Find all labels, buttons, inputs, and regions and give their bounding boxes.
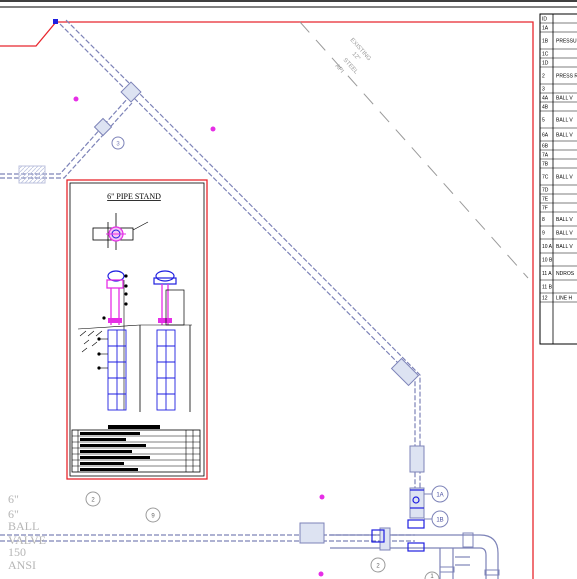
pid-drawing-canvas: EXISTING 12" STEEL API 3 2 9 1A 1B 2 1 6… xyxy=(0,0,577,579)
table-row-id: 7D xyxy=(542,188,549,194)
table-row-description: BALL V xyxy=(556,217,573,223)
table-row-description: BALL V xyxy=(556,244,573,250)
pipe-stand-detail: 6" PIPE STAND xyxy=(66,179,208,480)
callout-1: 1 xyxy=(424,571,440,579)
table-row-description: NDROS xyxy=(556,271,575,277)
table-row-id: 6B xyxy=(542,144,549,150)
existing-tag-text: EXISTING xyxy=(349,37,372,62)
left-valve-label: 6" 6" BALL VALVE 150 ANSI xyxy=(8,492,46,572)
callout-1b-text: 1B xyxy=(436,518,443,524)
boundary-node xyxy=(53,19,58,24)
callout-9: 9 xyxy=(145,507,161,523)
left-label-size-1: 6" xyxy=(8,492,19,506)
existing-line-dashed xyxy=(299,21,529,279)
table-row-description: BALL V xyxy=(556,231,573,237)
bottom-fittings xyxy=(439,532,500,576)
table-row-id: 7A xyxy=(542,153,549,159)
table-row-id: 1D xyxy=(542,61,549,67)
table-row-id: 7F xyxy=(542,206,548,212)
callout-1a-text: 1A xyxy=(436,493,443,499)
table-row-id: 1B xyxy=(542,39,549,45)
callout-1b: 1B xyxy=(424,510,449,528)
table-row-id: 7E xyxy=(542,197,549,203)
existing-tag-spec: API xyxy=(334,63,345,74)
table-row-description: BALL V xyxy=(556,96,573,102)
table-row-id: 7B xyxy=(542,162,549,168)
table-row-description: PRESS R xyxy=(556,74,577,80)
table-row-id: 10 A xyxy=(542,244,553,250)
table-row-id: 8 xyxy=(542,217,545,223)
table-row-description: BALL V xyxy=(556,175,573,181)
bottom-pipe-run xyxy=(0,534,499,579)
left-label-ansi: ANSI xyxy=(8,558,36,572)
callout-1a: 1A xyxy=(424,485,449,503)
left-label-ball: BALL xyxy=(8,519,39,533)
table-row-id: 12 xyxy=(542,296,548,302)
table-row-id: 6A xyxy=(542,133,549,139)
table-row-description: LINE H xyxy=(556,296,573,302)
table-row-id: 1A xyxy=(542,26,549,32)
table-row-id: 4A xyxy=(542,96,549,102)
table-row-id: 2 xyxy=(542,74,545,80)
table-row-description: BALL V xyxy=(556,133,573,139)
table-row-description: PRESSU xyxy=(556,39,577,45)
table-row-id: 3 xyxy=(542,87,545,93)
pipe-valve-lower xyxy=(299,357,425,551)
table-row-id: 11 A xyxy=(542,271,552,277)
detail-title: 6" PIPE STAND xyxy=(107,192,161,201)
equipment-table: ID 1A 1B PRESSU 1C 1D 2 PRESS R 3 4A BALL V 4B 5 BALL… xyxy=(539,13,577,345)
table-row-id: ID xyxy=(542,17,547,23)
main-pipe-run xyxy=(0,19,421,500)
existing-tag: EXISTING 12" STEEL API xyxy=(334,37,372,76)
callout-3: 3 xyxy=(111,136,125,150)
left-label-class: 150 xyxy=(8,545,26,559)
table-row-id: 4B xyxy=(542,105,549,111)
table-row-id: 7C xyxy=(542,175,549,181)
table-row-id: 11 B xyxy=(542,285,553,291)
table-row-id: 9 xyxy=(542,231,545,237)
pipe-tag-left xyxy=(18,165,46,184)
callout-2-left: 2 xyxy=(85,491,101,507)
table-row-id: 5 xyxy=(542,118,545,124)
table-row-id: 10 B xyxy=(542,258,553,264)
table-row-id: 1C xyxy=(542,52,549,58)
table-row-description: BALL V xyxy=(556,118,573,124)
callout-2-bottom: 2 xyxy=(370,557,386,573)
